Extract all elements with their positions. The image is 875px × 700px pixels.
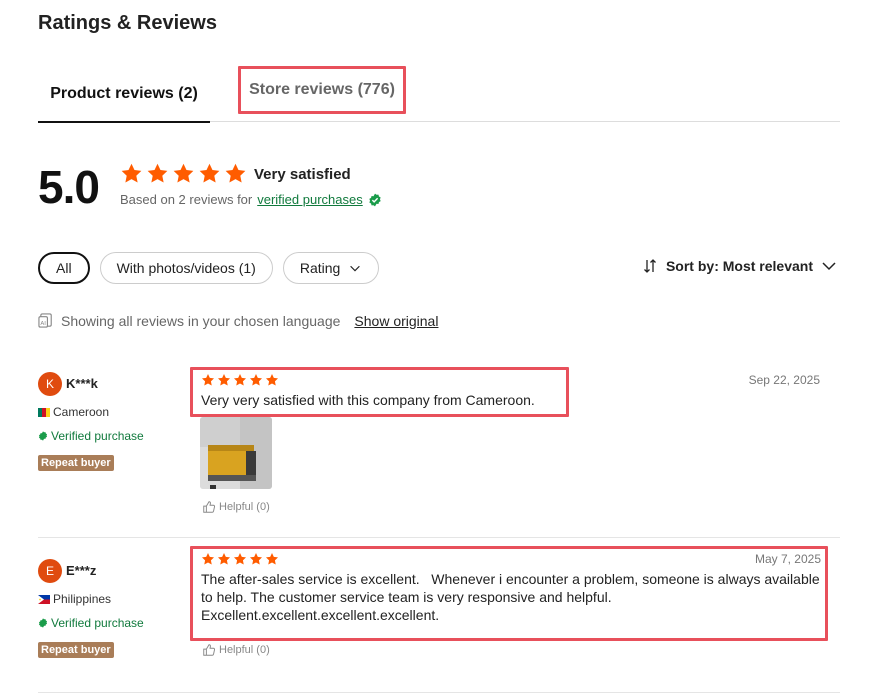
country-name: Philippines	[53, 592, 112, 606]
review-item: E E***z Philippines Verified purchase Re…	[38, 546, 828, 687]
filter-rating[interactable]: Rating	[282, 252, 380, 284]
review-text: Very very satisfied with this company fr…	[201, 392, 535, 408]
review-item: K K***k Cameroon Verified purchase Repea…	[38, 367, 824, 530]
verified-label: Verified purchase	[51, 429, 144, 443]
star-icon	[249, 373, 263, 387]
helpful-button[interactable]: Helpful (0)	[202, 643, 270, 657]
reviewer-name: K***k	[66, 376, 98, 391]
thumbs-up-icon	[203, 501, 216, 513]
average-stars	[120, 162, 247, 185]
svg-text:AI: AI	[40, 321, 46, 327]
filter-all-label: All	[56, 260, 72, 276]
chevron-down-icon	[350, 265, 361, 272]
star-icon	[233, 373, 247, 387]
star-icon	[172, 162, 195, 185]
average-score: 5.0	[38, 161, 100, 213]
tab-store-reviews[interactable]: Store reviews (776)	[238, 66, 406, 114]
review-tabs: Product reviews (2) Store reviews (776)	[38, 66, 840, 123]
based-on-text: Based on 2 reviews for verified purchase…	[120, 192, 382, 207]
filter-photos[interactable]: With photos/videos (1)	[99, 252, 273, 284]
language-notice: AI Showing all reviews in your chosen la…	[38, 312, 438, 329]
reviewer-country: Philippines	[38, 592, 111, 606]
avatar: K	[38, 372, 62, 396]
language-notice-text: Showing all reviews in your chosen langu…	[61, 312, 341, 329]
review-filters: All With photos/videos (1) Rating	[38, 252, 380, 284]
verified-purchase: Verified purchase	[38, 616, 144, 630]
verified-label: Verified purchase	[51, 616, 144, 630]
sort-label: Sort by: Most relevant	[665, 258, 813, 274]
review-divider	[38, 692, 840, 693]
review-text-line: The after-sales service is excellent. Wh…	[201, 571, 820, 587]
review-photo[interactable]	[200, 417, 272, 489]
star-icon	[217, 552, 231, 566]
verified-check-icon	[38, 431, 48, 441]
page-title: Ratings & Reviews	[38, 12, 217, 34]
reviewer-country: Cameroon	[38, 405, 109, 419]
filter-all[interactable]: All	[38, 252, 90, 284]
review-text-line: Excellent.excellent.excellent.excellent.	[201, 607, 440, 623]
translate-icon: AI	[38, 313, 52, 328]
helpful-label: Helpful (0)	[219, 501, 270, 513]
review-divider	[38, 537, 840, 538]
based-on-label: Based on 2 reviews for	[120, 192, 253, 207]
tab-product-reviews[interactable]: Product reviews (2)	[38, 66, 210, 123]
verified-purchase: Verified purchase	[38, 429, 144, 443]
star-icon	[217, 373, 231, 387]
review-stars	[201, 552, 279, 566]
star-icon	[224, 162, 247, 185]
review-text-line: to help. The customer service team is ve…	[201, 589, 612, 605]
star-icon	[249, 552, 263, 566]
sort-icon	[644, 259, 656, 273]
star-icon	[265, 552, 279, 566]
review-stars	[201, 373, 279, 387]
chevron-down-icon	[822, 262, 836, 271]
country-name: Cameroon	[53, 405, 110, 419]
star-icon	[201, 552, 215, 566]
star-icon	[198, 162, 221, 185]
thumbs-up-icon	[203, 644, 216, 656]
review-text: The after-sales service is excellent. Wh…	[201, 570, 820, 624]
star-icon	[233, 552, 247, 566]
review-highlight: Very very satisfied with this company fr…	[190, 367, 569, 417]
repeat-buyer-badge: Repeat buyer	[38, 642, 114, 658]
reviewer-name: E***z	[66, 563, 97, 578]
helpful-label: Helpful (0)	[219, 644, 270, 656]
star-icon	[201, 373, 215, 387]
review-date: May 7, 2025	[754, 552, 821, 566]
avatar: E	[38, 559, 62, 583]
review-date: Sep 22, 2025	[748, 373, 820, 387]
cameroon-flag-icon	[38, 407, 50, 417]
star-icon	[146, 162, 169, 185]
verified-check-icon	[38, 618, 48, 628]
verified-purchases-link[interactable]: verified purchases	[257, 192, 363, 207]
star-icon	[265, 373, 279, 387]
filter-rating-label: Rating	[299, 260, 341, 276]
repeat-buyer-badge: Repeat buyer	[38, 455, 114, 471]
verified-check-icon	[369, 193, 381, 206]
helpful-button[interactable]: Helpful (0)	[202, 500, 270, 514]
show-original-link[interactable]: Show original	[354, 313, 438, 329]
satisfaction-label: Very satisfied	[254, 166, 351, 183]
star-icon	[120, 162, 143, 185]
sort-dropdown[interactable]: Sort by: Most relevant	[642, 258, 837, 274]
laser-machine-image	[200, 417, 272, 489]
review-highlight: May 7, 2025 The after-sales service is e…	[190, 546, 828, 641]
philippines-flag-icon	[38, 594, 50, 604]
filter-photos-label: With photos/videos (1)	[116, 260, 256, 276]
